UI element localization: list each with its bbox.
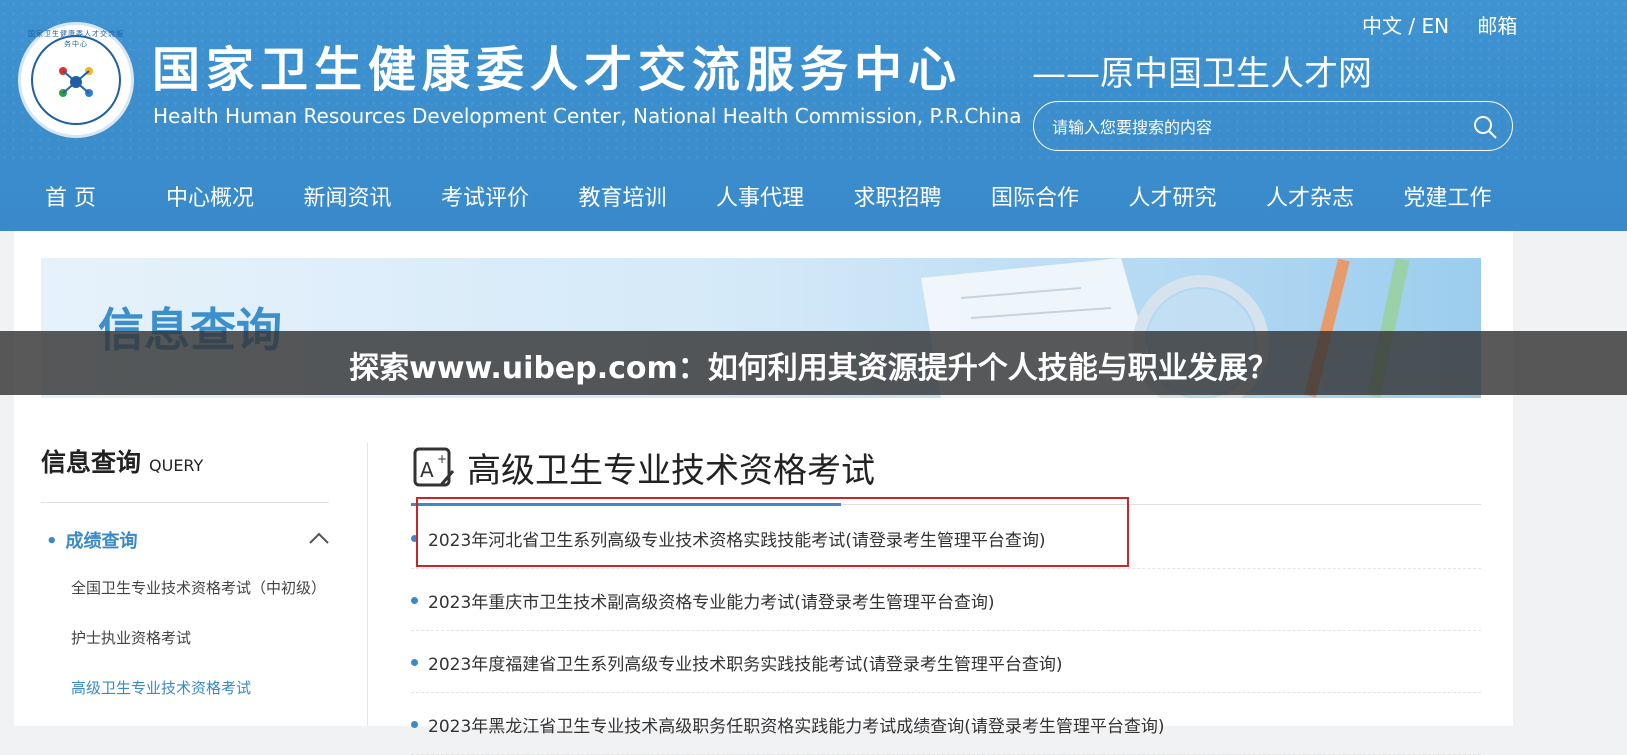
mailbox-link[interactable]: 邮箱 [1477, 14, 1517, 38]
nav-international[interactable]: 国际合作 [966, 168, 1104, 224]
list-item[interactable]: 2023年度福建省卫生系列高级专业技术职务实践技能考试(请登录考生管理平台查询) [411, 631, 1481, 693]
nav-research[interactable]: 人才研究 [1104, 168, 1241, 224]
sidebar-title-cn: 信息查询 [41, 448, 142, 477]
sidebar-title: 信息查询 QUERY [41, 443, 203, 479]
sidebar-divider [41, 502, 329, 503]
nav-personnel[interactable]: 人事代理 [691, 168, 829, 224]
bullet-icon [411, 597, 418, 604]
highlight-box [416, 497, 1129, 567]
nav-party[interactable]: 党建工作 [1379, 168, 1516, 224]
nav-home[interactable]: 首 页 [0, 168, 141, 224]
caption-text: 探索www.uibep.com：如何利用其资源提升个人技能与职业发展？ [349, 351, 1278, 386]
top-links: 中文 / EN 邮箱 [1362, 10, 1539, 39]
exam-icon: A + [413, 447, 455, 487]
nav-exam[interactable]: 考试评价 [416, 168, 554, 224]
list-item[interactable]: 2023年黑龙江省卫生专业技术高级职务任职资格实践能力考试成绩查询(请登录考生管… [411, 693, 1481, 755]
search-input[interactable] [1052, 114, 1462, 140]
logo-emblem-icon [59, 67, 93, 97]
site-title-en: Health Human Resources Development Cente… [153, 104, 1022, 128]
chevron-up-icon[interactable] [308, 531, 330, 545]
bullet-icon [411, 659, 418, 666]
sidebar-item-nurse-exam[interactable]: 护士执业资格考试 [71, 627, 191, 648]
nav-about[interactable]: 中心概况 [141, 168, 279, 224]
list-item-link[interactable]: 2023年重庆市卫生技术副高级资格专业能力考试(请登录考生管理平台查询) [428, 588, 995, 613]
svg-text:+: + [437, 452, 447, 466]
logo-text: 国家卫生健康委人才交流服务中心 [28, 30, 124, 48]
main-nav: 首 页 中心概况 新闻资讯 考试评价 教育培训 人事代理 求职招聘 国际合作 人… [0, 168, 1627, 224]
list-item-link[interactable]: 2023年黑龙江省卫生专业技术高级职务任职资格实践能力考试成绩查询(请登录考生管… [428, 712, 1165, 737]
column-divider [367, 442, 368, 726]
sidebar-category-scores[interactable]: 成绩查询 [46, 527, 138, 553]
caption-overlay: 探索www.uibep.com：如何利用其资源提升个人技能与职业发展？ [0, 331, 1627, 395]
site-logo[interactable]: 国家卫生健康委人才交流服务中心 [18, 22, 134, 138]
section-title: 高级卫生专业技术资格考试 [467, 451, 875, 491]
content-panel: 信息查询 信息查询 QUERY 成绩查询 全国卫生专业技术资格考试（中初级） 护士… [14, 231, 1513, 755]
sidebar-item-national-exam[interactable]: 全国卫生专业技术资格考试（中初级） [71, 577, 326, 598]
search-box [1033, 101, 1513, 151]
site-title-cn: 国家卫生健康委人才交流服务中心 [152, 42, 963, 98]
bullet-icon [411, 721, 418, 728]
sidebar-item-senior-exam[interactable]: 高级卫生专业技术资格考试 [71, 677, 251, 698]
sidebar-title-en: QUERY [149, 456, 204, 475]
list-item[interactable]: 2023年重庆市卫生技术副高级资格专业能力考试(请登录考生管理平台查询) [411, 569, 1481, 631]
svg-text:A: A [420, 458, 434, 482]
nav-training[interactable]: 教育培训 [554, 168, 691, 224]
nav-magazine[interactable]: 人才杂志 [1241, 168, 1379, 224]
nav-news[interactable]: 新闻资讯 [279, 168, 416, 224]
search-icon[interactable] [1472, 114, 1498, 140]
site-subtitle: ——原中国卫生人才网 [1032, 54, 1372, 94]
page-margin [1513, 231, 1627, 726]
language-switch-link[interactable]: 中文 / EN [1362, 14, 1449, 38]
nav-jobs[interactable]: 求职招聘 [829, 168, 966, 224]
list-item-link[interactable]: 2023年度福建省卫生系列高级专业技术职务实践技能考试(请登录考生管理平台查询) [428, 650, 1063, 675]
site-header: 国家卫生健康委人才交流服务中心 国家卫生健康委人才交流服务中心 Health H… [0, 0, 1627, 231]
